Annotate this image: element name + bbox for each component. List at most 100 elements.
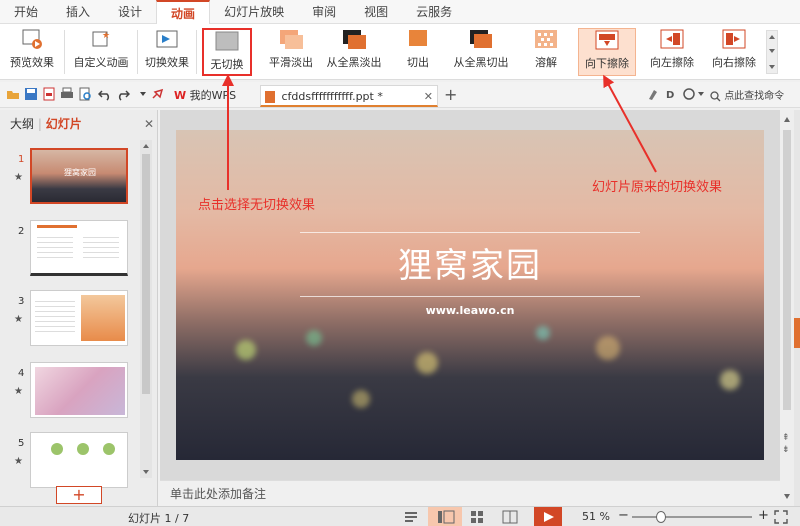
slide-sorter-icon[interactable] <box>470 510 484 524</box>
ribbon-gallery-scroll[interactable] <box>766 30 778 74</box>
close-icon[interactable]: ✕ <box>424 86 433 108</box>
wipe-right-icon <box>721 28 747 50</box>
menu-tab-view[interactable]: 视图 <box>350 0 402 24</box>
thumbnail-image: 狸窝家园 <box>30 148 128 204</box>
menu-tab-insert[interactable]: 插入 <box>52 0 104 24</box>
bokeh-light <box>720 370 740 390</box>
thumbnail-image <box>30 362 128 418</box>
cut-from-black-button[interactable]: 从全黑切出 <box>450 28 512 76</box>
no-transition-icon <box>214 30 240 52</box>
slide-canvas: 狸窝家园 www.leawo.cn <box>160 110 780 480</box>
slide-thumbnail[interactable]: 5 ★ <box>0 432 140 492</box>
star-icon: ★ <box>14 172 23 183</box>
search-icon <box>710 90 721 101</box>
normal-view-button[interactable] <box>428 507 462 526</box>
star-icon: ★ <box>14 386 23 397</box>
svg-text:⇟: ⇟ <box>782 445 790 455</box>
command-search[interactable]: 点此查找命令 <box>710 87 798 103</box>
wipe-down-button[interactable]: 向下擦除 <box>578 28 636 76</box>
svg-text:⇞: ⇞ <box>782 433 790 443</box>
bokeh-light <box>236 340 256 360</box>
zoom-out-icon[interactable]: − <box>618 508 629 523</box>
wps-logo-icon: W <box>174 89 187 102</box>
annotation-original-transition: 幻灯片原来的切换效果 <box>592 180 723 195</box>
play-slideshow-button[interactable] <box>534 507 562 526</box>
menu-tab-home[interactable]: 开始 <box>0 0 52 24</box>
d-icon[interactable]: D <box>664 87 678 101</box>
ribbon-separator <box>137 30 138 74</box>
bokeh-light <box>536 326 550 340</box>
export-pdf-icon[interactable] <box>42 87 56 101</box>
cut-button[interactable]: 切出 <box>398 28 438 76</box>
redo-icon[interactable] <box>116 87 130 101</box>
dissolve-button[interactable]: 溶解 <box>526 28 566 76</box>
slide-thumbnail[interactable]: 2 <box>0 220 140 280</box>
menu-tab-slideshow[interactable]: 幻灯片放映 <box>210 0 298 24</box>
wipe-right-button[interactable]: 向右擦除 <box>706 28 762 76</box>
tab-my-wps[interactable]: W 我的WPS <box>170 85 256 107</box>
print-preview-icon[interactable] <box>78 87 92 101</box>
preview-effect-button[interactable]: 预览效果 <box>4 28 60 76</box>
star-icon: ★ <box>14 314 23 325</box>
star-icon: ★ <box>14 456 23 467</box>
ppt-file-icon <box>265 91 275 103</box>
custom-animation-button[interactable]: ★ 自定义动画 <box>70 28 132 76</box>
zoom-slider-thumb[interactable] <box>656 511 666 523</box>
tab-outline[interactable]: 大纲 <box>10 117 34 131</box>
fade-from-black-button[interactable]: 从全黑淡出 <box>324 28 384 76</box>
zoom-slider[interactable] <box>632 511 752 523</box>
play-icon <box>544 512 554 522</box>
thumbnail-image <box>30 220 128 276</box>
right-panel-handle[interactable] <box>794 110 800 506</box>
undo-icon[interactable] <box>98 87 112 101</box>
switch-effect-icon <box>154 28 180 50</box>
chevron-down-icon[interactable] <box>696 87 710 101</box>
bokeh-light <box>416 352 438 374</box>
canvas-scrollbar[interactable]: ⇞ ⇟ <box>780 110 794 506</box>
slide-thumbnail[interactable]: 1 ★ 狸窝家园 <box>0 148 140 208</box>
clean-icon[interactable] <box>646 87 660 101</box>
menu-tab-review[interactable]: 审阅 <box>298 0 350 24</box>
add-slide-button[interactable]: + <box>56 486 102 504</box>
menu-tab-cloud[interactable]: 云服务 <box>402 0 466 24</box>
menu-tab-design[interactable]: 设计 <box>104 0 156 24</box>
pin-icon[interactable] <box>150 87 164 101</box>
bokeh-light <box>306 330 322 346</box>
thumbnail-scrollbar[interactable] <box>140 140 152 478</box>
bokeh-light <box>352 390 370 408</box>
notes-area[interactable]: 单击此处添加备注 <box>160 480 780 506</box>
notes-view-icon[interactable] <box>404 511 418 523</box>
thumbnail-image <box>30 290 128 346</box>
slide-thumbnail[interactable]: 3 ★ <box>0 290 140 350</box>
fit-window-icon[interactable] <box>774 510 788 524</box>
slide-divider <box>300 232 640 233</box>
menu-tab-animation[interactable]: 动画 <box>156 0 211 25</box>
menu-bar: 开始 插入 设计 动画 幻灯片放映 审阅 视图 云服务 <box>0 0 800 25</box>
slide-divider <box>300 296 640 297</box>
open-folder-icon[interactable] <box>6 87 20 101</box>
slide-title[interactable]: 狸窝家园 <box>176 238 764 287</box>
wipe-left-button[interactable]: 向左擦除 <box>644 28 700 76</box>
smooth-fade-button[interactable]: 平滑淡出 <box>264 28 318 76</box>
print-icon[interactable] <box>60 87 74 101</box>
chevron-down-icon[interactable] <box>136 87 150 101</box>
zoom-level: 51 % <box>582 510 610 523</box>
no-transition-button[interactable]: 无切换 <box>202 28 252 76</box>
reading-view-icon[interactable] <box>502 510 518 524</box>
zoom-in-icon[interactable]: + <box>758 508 769 523</box>
svg-text:★: ★ <box>102 31 110 41</box>
save-icon[interactable] <box>24 87 38 101</box>
slide-url[interactable]: www.leawo.cn <box>176 304 764 317</box>
annotation-no-transition: 点击选择无切换效果 <box>198 198 316 213</box>
skin-icon[interactable] <box>682 87 696 101</box>
tab-document[interactable]: cfddsfffffffffff.ppt * ✕ <box>260 85 438 107</box>
ribbon-separator <box>196 30 197 74</box>
close-icon[interactable]: ✕ <box>144 110 154 138</box>
tab-slides[interactable]: 幻灯片 <box>46 117 82 131</box>
smooth-fade-icon <box>278 28 304 50</box>
new-tab-plus-icon[interactable]: + <box>444 85 457 104</box>
panel-header: 大纲 | 幻灯片 ✕ <box>0 110 157 138</box>
slide-thumbnail[interactable]: 4 ★ <box>0 362 140 422</box>
switch-effect-button[interactable]: 切换效果 <box>142 28 192 76</box>
cut-icon <box>405 28 431 50</box>
